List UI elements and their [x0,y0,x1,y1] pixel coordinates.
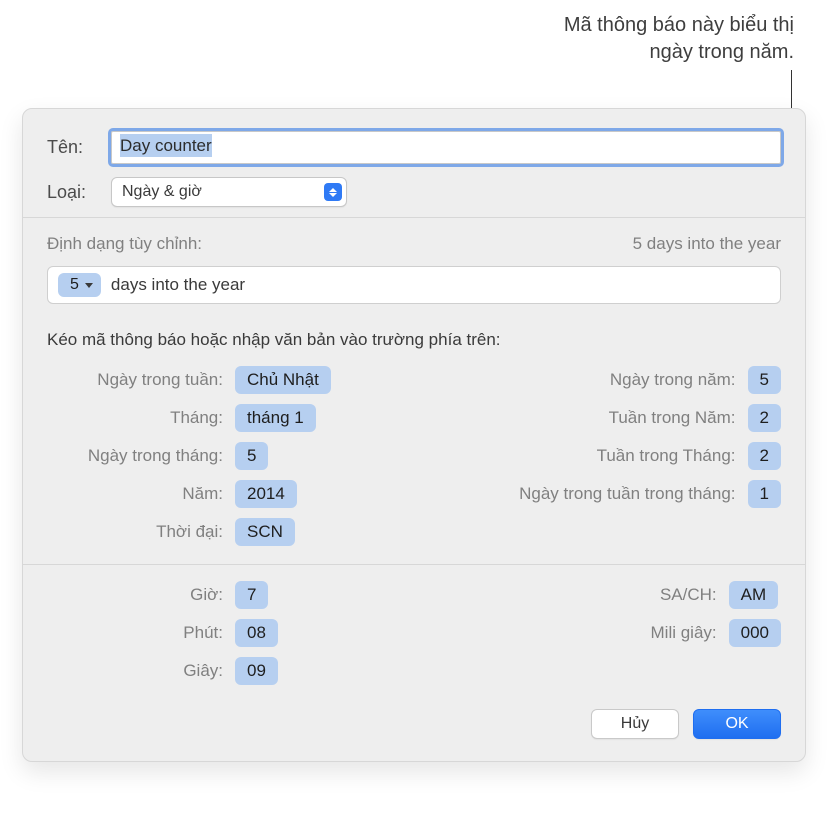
token-minute[interactable]: 08 [235,619,278,647]
token-year[interactable]: 2014 [235,480,297,508]
token-hour[interactable]: 7 [235,581,268,609]
format-field[interactable]: 5 days into the year [47,266,781,304]
callout-text: Mã thông báo này biểu thị ngày trong năm… [374,12,794,66]
label-week-of-month: Tuần trong Tháng: [480,446,736,466]
type-select-value: Ngày & giờ [122,183,324,201]
token-ampm[interactable]: AM [729,581,779,609]
format-token-day-of-year[interactable]: 5 [58,273,101,297]
label-second: Giây: [47,661,223,681]
format-token-value: 5 [70,276,79,294]
token-month[interactable]: tháng 1 [235,404,316,432]
token-second[interactable]: 09 [235,657,278,685]
token-week-of-year[interactable]: 2 [748,404,781,432]
ok-button-label: OK [725,715,748,733]
divider [23,217,805,218]
label-week-of-year: Tuần trong Năm: [480,408,736,428]
label-era: Thời đại: [47,522,223,542]
type-label: Loại: [47,182,111,203]
label-day-of-month: Ngày trong tháng: [47,446,223,466]
divider [23,564,805,565]
chevron-updown-icon [324,183,342,201]
callout-line2: ngày trong năm. [649,41,794,63]
token-day-of-week[interactable]: Chủ Nhật [235,366,331,394]
token-day-of-month[interactable]: 5 [235,442,268,470]
name-input-value: Day counter [120,134,212,157]
format-suffix-text: days into the year [111,275,245,295]
cancel-button-label: Hủy [621,715,649,733]
token-weekday-in-month[interactable]: 1 [748,480,781,508]
label-weekday-in-month: Ngày trong tuần trong tháng: [480,484,736,504]
callout-line1: Mã thông báo này biểu thị [564,14,794,36]
label-day-of-year: Ngày trong năm: [480,370,736,390]
chevron-down-icon [85,283,93,288]
label-hour: Giờ: [47,585,223,605]
token-ms[interactable]: 000 [729,619,781,647]
label-ampm: SA/CH: [461,585,717,605]
label-ms: Mili giây: [461,623,717,643]
label-year: Năm: [47,484,223,504]
label-day-of-week: Ngày trong tuần: [47,370,223,390]
instruction-text: Kéo mã thông báo hoặc nhập văn bản vào t… [47,330,781,350]
token-week-of-month[interactable]: 2 [748,442,781,470]
cancel-button[interactable]: Hủy [591,709,679,739]
custom-format-preview: 5 days into the year [633,234,781,254]
name-input[interactable]: Day counter [111,131,781,164]
label-minute: Phút: [47,623,223,643]
label-month: Tháng: [47,408,223,428]
custom-format-title: Định dạng tùy chỉnh: [47,234,202,254]
token-day-of-year[interactable]: 5 [748,366,781,394]
token-era[interactable]: SCN [235,518,295,546]
name-label: Tên: [47,137,111,158]
custom-format-dialog: Tên: Day counter Loại: Ngày & giờ Định d… [22,108,806,762]
ok-button[interactable]: OK [693,709,781,739]
type-select[interactable]: Ngày & giờ [111,177,347,207]
